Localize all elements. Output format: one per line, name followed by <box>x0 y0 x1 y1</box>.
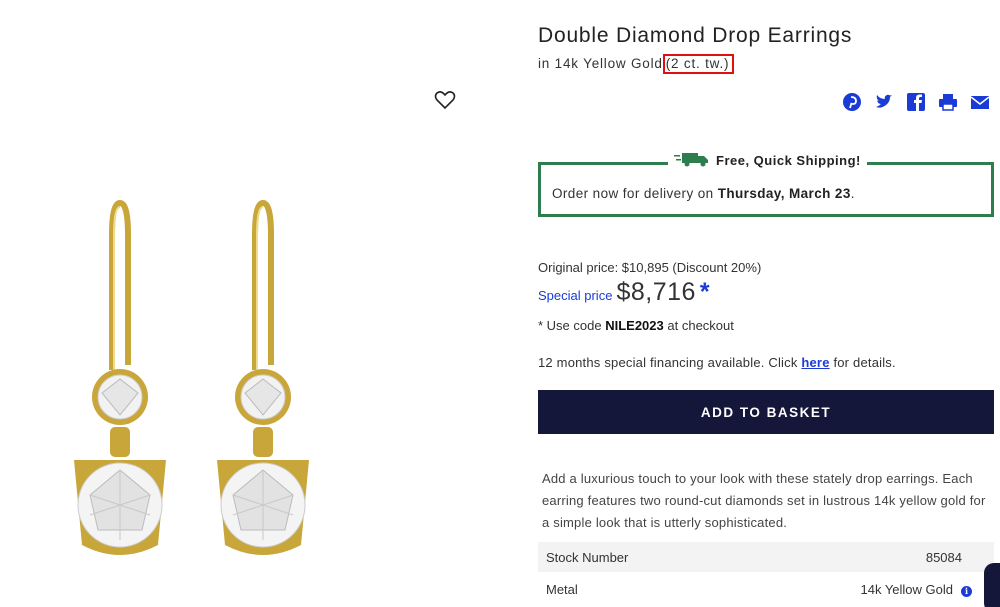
spec-row-metal: Metal 14k Yellow Gold i <box>538 574 994 604</box>
shipping-heading: Free, Quick Shipping! <box>668 151 867 170</box>
special-price-row: Special price $8,716 * <box>538 278 710 307</box>
print-icon[interactable] <box>938 92 958 112</box>
spec-label: Metal <box>546 581 578 597</box>
truck-icon <box>674 151 710 170</box>
product-description: Add a luxurious touch to your look with … <box>542 471 986 530</box>
facebook-icon[interactable] <box>906 92 926 112</box>
heart-icon[interactable] <box>433 88 457 112</box>
add-to-basket-button[interactable]: ADD TO BASKET <box>538 390 994 434</box>
pinterest-icon[interactable] <box>842 92 862 112</box>
delivery-date: Thursday, March 23 <box>717 186 851 201</box>
special-price-value: $8,716 <box>616 278 696 306</box>
spec-row-stock-number: Stock Number 85084 <box>538 542 994 572</box>
delivery-text: Order now for delivery on Thursday, Marc… <box>552 186 855 201</box>
spec-label: Stock Number <box>546 549 629 565</box>
share-bar <box>842 92 990 112</box>
financing-info: 12 months special financing available. C… <box>538 355 896 370</box>
product-title: Double Diamond Drop Earrings <box>538 24 853 47</box>
price-asterisk: * <box>699 278 710 306</box>
financing-details-link[interactable]: here <box>801 355 829 370</box>
original-price: Original price: $10,895 (Discount 20%) <box>538 260 762 275</box>
email-icon[interactable] <box>970 92 990 112</box>
special-price-label: Special price <box>538 288 613 303</box>
promo-code-line: * Use code NILE2023 at checkout <box>538 318 734 333</box>
carat-weight-highlight: (2 ct. tw.) <box>662 54 735 74</box>
chat-button[interactable] <box>984 563 1000 607</box>
earring-image-right <box>217 199 309 555</box>
twitter-icon[interactable] <box>874 92 894 112</box>
subtitle-metal: in 14k Yellow Gold <box>538 56 663 71</box>
spec-value: 85084 <box>925 549 962 565</box>
spec-value: 14k Yellow Gold <box>860 581 953 597</box>
promo-code: NILE2023 <box>605 318 664 333</box>
earring-image-left <box>74 199 166 555</box>
info-icon[interactable]: i <box>961 585 972 597</box>
spec-value-wrap: 14k Yellow Gold i <box>860 582 972 597</box>
product-subtitle: in 14k Yellow Gold (2 ct. tw.) <box>538 54 735 74</box>
